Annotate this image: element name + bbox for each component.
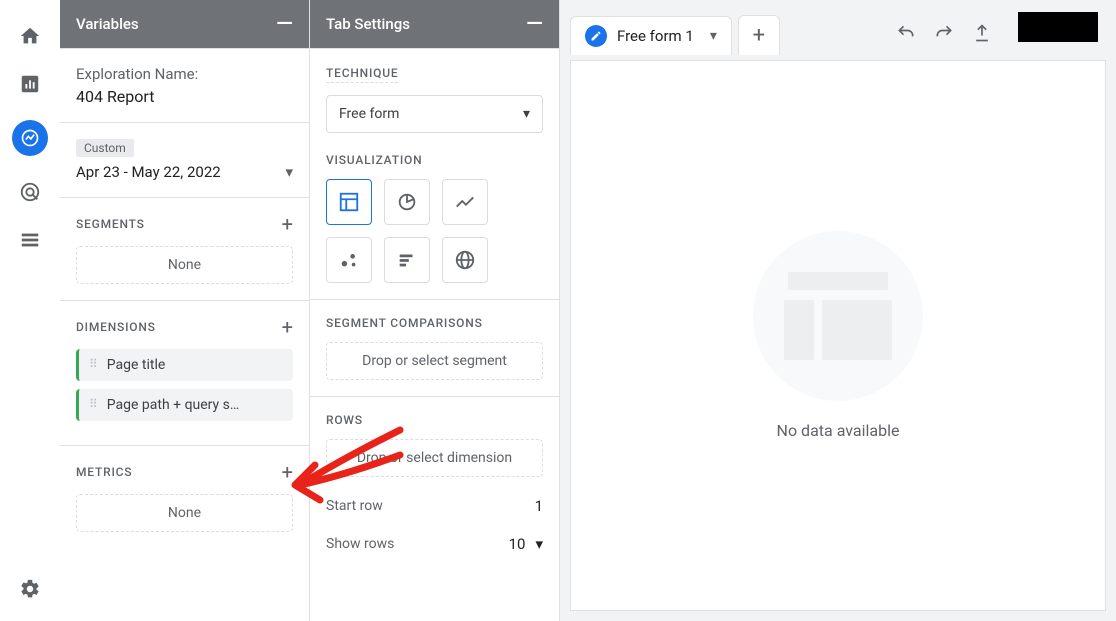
viz-bar-icon[interactable] xyxy=(384,237,430,283)
show-rows-select[interactable]: 10 ▾ xyxy=(509,535,543,553)
rows-section: ROWS Drop or select dimension Start row … xyxy=(310,396,559,569)
caret-down-icon: ▾ xyxy=(535,535,543,553)
configure-icon[interactable] xyxy=(18,228,42,252)
viz-geo-icon[interactable] xyxy=(442,237,488,283)
start-row-label: Start row xyxy=(326,498,383,514)
add-dimension-button[interactable]: + xyxy=(282,317,293,337)
edit-tab-icon[interactable] xyxy=(585,25,607,47)
segments-empty[interactable]: None xyxy=(76,246,293,284)
advertising-icon[interactable] xyxy=(18,180,42,204)
canvas-area: Free form 1 ▾ + No da xyxy=(560,0,1116,621)
show-rows-label: Show rows xyxy=(326,536,394,552)
explore-icon[interactable] xyxy=(12,120,48,156)
technique-section: TECHNIQUE Free form ▾ VISUALIZATION xyxy=(310,48,559,299)
settings-gear-icon[interactable] xyxy=(18,577,42,601)
dimensions-label: DIMENSIONS xyxy=(76,320,156,334)
viz-donut-icon[interactable] xyxy=(384,179,430,225)
show-rows-value: 10 xyxy=(509,535,526,553)
exploration-name-value[interactable]: 404 Report xyxy=(76,87,293,106)
canvas-body: No data available xyxy=(570,60,1106,611)
exploration-name-label: Exploration Name: xyxy=(76,65,293,83)
home-icon[interactable] xyxy=(18,24,42,48)
dimension-chip-label: Page path + query s… xyxy=(107,397,239,413)
visualization-label: VISUALIZATION xyxy=(326,153,543,167)
canvas-action-bar xyxy=(896,23,1106,47)
empty-state-illustration xyxy=(753,231,923,401)
tab-name: Free form 1 xyxy=(617,27,694,45)
tab-settings-header: Tab Settings — xyxy=(310,0,559,48)
add-metric-button[interactable]: + xyxy=(282,462,293,482)
viz-scatter-icon[interactable] xyxy=(326,237,372,283)
dimension-chip-label: Page title xyxy=(107,357,166,373)
segment-comparisons-label: SEGMENT COMPARISONS xyxy=(326,316,543,330)
dimensions-section: DIMENSIONS + ⠿ Page title ⠿ Page path + … xyxy=(60,300,309,445)
technique-value: Free form xyxy=(339,106,399,122)
exploration-name-section: Exploration Name: 404 Report xyxy=(60,48,309,122)
caret-down-icon: ▾ xyxy=(523,106,530,122)
variables-header: Variables — xyxy=(60,0,309,48)
reports-icon[interactable] xyxy=(18,72,42,96)
date-range-value: Apr 23 - May 22, 2022 xyxy=(76,163,221,181)
date-range-section[interactable]: Custom Apr 23 - May 22, 2022 ▾ xyxy=(60,122,309,197)
rows-dropzone[interactable]: Drop or select dimension xyxy=(326,439,543,477)
start-row-value[interactable]: 1 xyxy=(535,497,543,515)
drag-handle-icon: ⠿ xyxy=(89,361,99,368)
add-segment-button[interactable]: + xyxy=(282,214,293,234)
metrics-label: METRICS xyxy=(76,465,132,479)
collapse-variables-icon[interactable]: — xyxy=(276,12,293,37)
add-tab-button[interactable]: + xyxy=(738,15,780,55)
tab-menu-caret-icon[interactable]: ▾ xyxy=(710,28,717,44)
variables-title: Variables xyxy=(76,15,139,33)
dimension-chip[interactable]: ⠿ Page path + query s… xyxy=(76,389,293,421)
viz-line-icon[interactable] xyxy=(442,179,488,225)
report-tab[interactable]: Free form 1 ▾ xyxy=(570,16,732,55)
drag-handle-icon: ⠿ xyxy=(89,401,99,408)
segment-comparisons-section: SEGMENT COMPARISONS Drop or select segme… xyxy=(310,299,559,396)
collapse-tab-settings-icon[interactable]: — xyxy=(526,12,543,37)
undo-icon[interactable] xyxy=(896,23,916,47)
export-icon[interactable] xyxy=(972,23,992,47)
tab-settings-title: Tab Settings xyxy=(326,15,410,33)
date-range-tag: Custom xyxy=(76,139,134,157)
metrics-section: METRICS + None xyxy=(60,445,309,548)
redacted-area xyxy=(1018,12,1098,42)
technique-select[interactable]: Free form ▾ xyxy=(326,95,543,133)
tab-settings-panel: Tab Settings — TECHNIQUE Free form ▾ VIS… xyxy=(310,0,560,621)
visualization-grid xyxy=(326,179,543,283)
dimension-chip[interactable]: ⠿ Page title xyxy=(76,349,293,381)
metrics-empty[interactable]: None xyxy=(76,494,293,532)
variables-panel: Variables — Exploration Name: 404 Report… xyxy=(60,0,310,621)
segment-comparisons-dropzone[interactable]: Drop or select segment xyxy=(326,342,543,380)
rows-label: ROWS xyxy=(326,413,543,427)
left-nav-rail xyxy=(0,0,60,621)
canvas-toolbar: Free form 1 ▾ + xyxy=(570,10,1106,60)
segments-label: SEGMENTS xyxy=(76,217,145,231)
segments-section: SEGMENTS + None xyxy=(60,197,309,300)
no-data-text: No data available xyxy=(777,421,900,440)
redo-icon[interactable] xyxy=(934,23,954,47)
caret-down-icon: ▾ xyxy=(285,163,293,181)
viz-table-icon[interactable] xyxy=(326,179,372,225)
technique-label: TECHNIQUE xyxy=(326,66,398,83)
